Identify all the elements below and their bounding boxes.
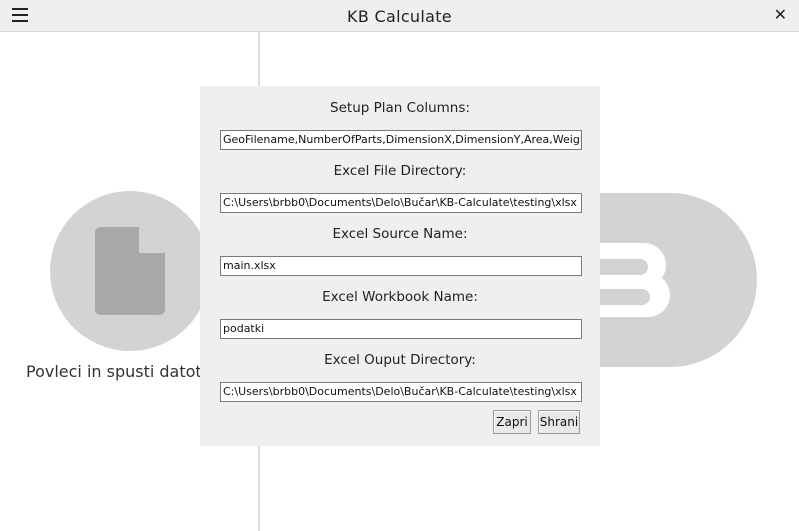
excel-source-name-input[interactable]: main.xlsx — [220, 256, 582, 276]
excel-source-name-label: Excel Source Name: — [332, 226, 468, 242]
excel-file-directory-input[interactable]: C:\Users\brbb0\Documents\Delo\Bučar\KB-C… — [220, 193, 582, 213]
file-drop-zone[interactable] — [50, 191, 210, 351]
setup-plan-columns-label: Setup Plan Columns: — [330, 100, 470, 116]
excel-output-directory-label: Excel Ouput Directory: — [324, 352, 476, 368]
excel-workbook-name-input[interactable]: podatki — [220, 319, 582, 339]
settings-dialog: Setup Plan Columns: GeoFilename,NumberOf… — [200, 86, 600, 446]
excel-output-directory-input[interactable]: C:\Users\brbb0\Documents\Delo\Bučar\KB-C… — [220, 382, 582, 402]
setup-plan-columns-input[interactable]: GeoFilename,NumberOfParts,DimensionX,Dim… — [220, 130, 582, 150]
save-button[interactable]: Shrani — [538, 410, 580, 434]
file-icon — [95, 227, 165, 315]
drop-zone-label: Povleci in spusti datot — [26, 362, 202, 381]
close-button[interactable]: Zapri — [493, 410, 531, 434]
excel-file-directory-label: Excel File Directory: — [333, 163, 467, 179]
kb-logo — [580, 193, 757, 367]
title-bar: KB Calculate ✕ — [0, 0, 799, 32]
excel-workbook-name-label: Excel Workbook Name: — [322, 289, 478, 305]
app-title: KB Calculate — [347, 7, 452, 26]
close-icon[interactable]: ✕ — [774, 6, 787, 24]
